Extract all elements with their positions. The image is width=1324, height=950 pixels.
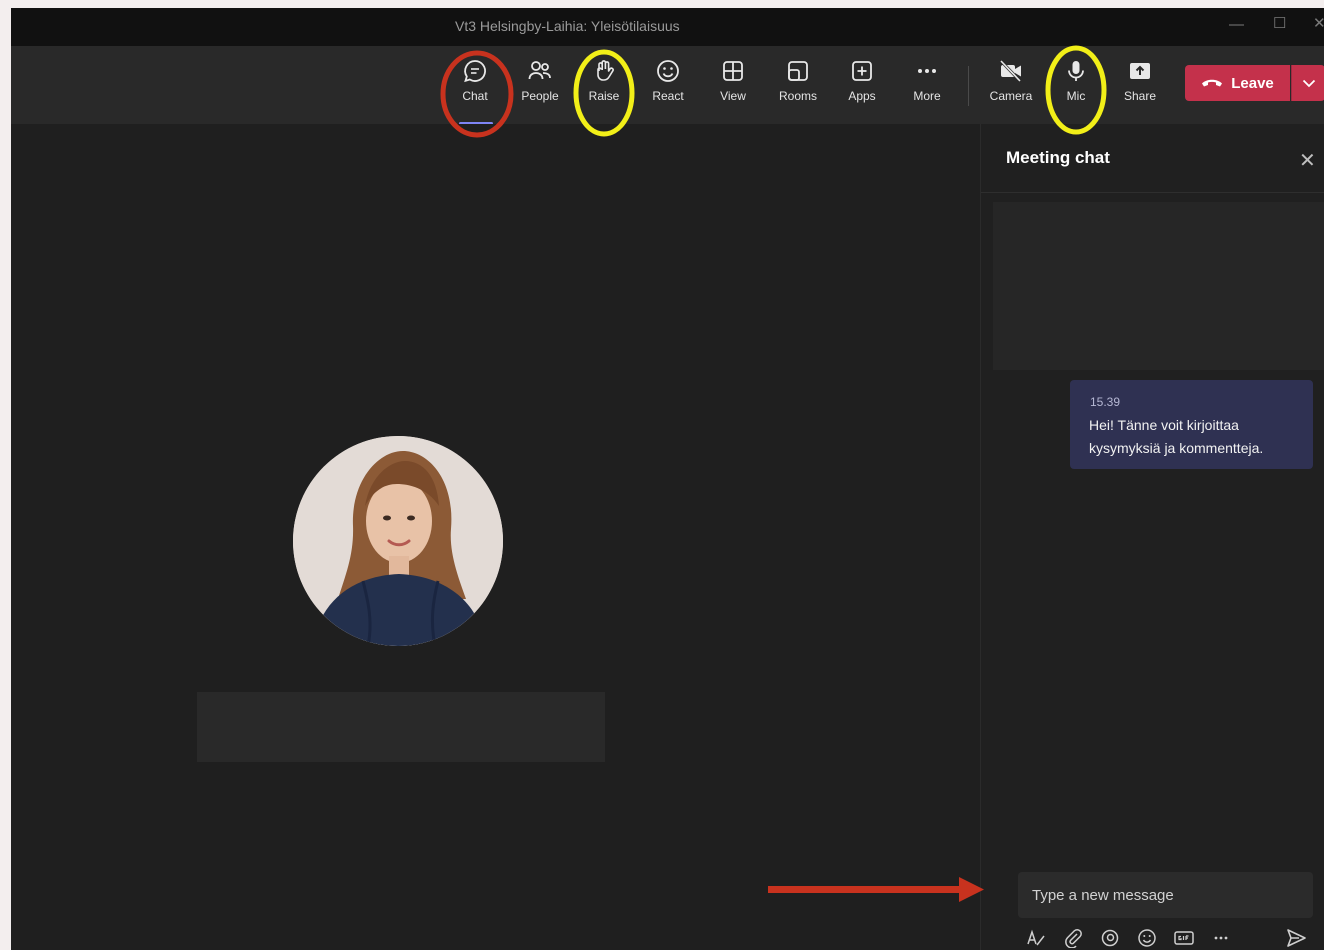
view-button[interactable]: View bbox=[705, 58, 761, 103]
close-icon[interactable]: ✕ bbox=[1299, 148, 1316, 173]
minimize-icon[interactable]: — bbox=[1229, 16, 1244, 33]
chat-banner bbox=[993, 202, 1324, 370]
attach-icon[interactable] bbox=[1060, 924, 1086, 950]
participant-avatar[interactable] bbox=[293, 436, 503, 646]
people-label: People bbox=[521, 89, 559, 103]
rooms-label: Rooms bbox=[778, 89, 817, 103]
teams-meeting-window: Vt3 Helsingby-Laihia: Yleisötilaisuus — … bbox=[11, 8, 1324, 950]
view-label: View bbox=[720, 89, 746, 103]
people-button[interactable]: People bbox=[512, 58, 568, 103]
share-button[interactable]: Share bbox=[1112, 58, 1168, 103]
apps-label: Apps bbox=[848, 89, 876, 103]
react-label: React bbox=[652, 89, 684, 103]
chat-message[interactable]: 15.39 Hei! Tänne voit kirjoittaa kysymyk… bbox=[1070, 380, 1313, 469]
camera-label: Camera bbox=[989, 89, 1033, 103]
camera-button[interactable]: Camera bbox=[983, 58, 1039, 103]
rooms-icon bbox=[788, 61, 808, 81]
chat-panel-title: Meeting chat bbox=[1006, 148, 1110, 167]
meeting-stage bbox=[11, 124, 980, 950]
hang-up-icon bbox=[1202, 79, 1223, 87]
loop-icon[interactable] bbox=[1097, 924, 1123, 950]
more-label: More bbox=[913, 89, 941, 103]
people-icon bbox=[528, 61, 551, 80]
maximize-icon[interactable]: ☐ bbox=[1273, 14, 1286, 32]
leave-button[interactable]: Leave bbox=[1185, 65, 1290, 101]
emoji-icon[interactable] bbox=[1134, 924, 1160, 950]
react-button[interactable]: React bbox=[640, 58, 696, 103]
more-options-icon[interactable] bbox=[1208, 924, 1234, 950]
mic-highlight-circle bbox=[1045, 45, 1107, 135]
meeting-toolbar: Chat People Raise React View Rooms Apps … bbox=[11, 46, 1324, 125]
apps-plus-icon bbox=[852, 61, 872, 81]
react-smiley-icon bbox=[657, 60, 679, 82]
chat-header-divider bbox=[981, 192, 1324, 193]
format-icon[interactable] bbox=[1023, 924, 1049, 950]
title-bar: Vt3 Helsingby-Laihia: Yleisötilaisuus — … bbox=[11, 8, 1324, 46]
rooms-button[interactable]: Rooms bbox=[770, 58, 826, 103]
apps-button[interactable]: Apps bbox=[834, 58, 890, 103]
view-grid-icon bbox=[723, 61, 743, 81]
more-button[interactable]: More bbox=[899, 58, 955, 103]
close-window-icon[interactable]: ✕ bbox=[1313, 14, 1324, 32]
message-input[interactable] bbox=[1018, 872, 1313, 918]
leave-label: Leave bbox=[1231, 74, 1274, 92]
chevron-down-icon bbox=[1302, 79, 1315, 88]
share-icon bbox=[1130, 63, 1150, 79]
participant-photo bbox=[293, 436, 503, 646]
send-icon[interactable] bbox=[1283, 924, 1309, 950]
gif-icon[interactable] bbox=[1171, 924, 1197, 950]
leave-options-button[interactable] bbox=[1291, 65, 1324, 101]
meeting-chat-panel: Meeting chat ✕ 15.39 Hei! Tänne voit kir… bbox=[980, 124, 1324, 950]
raise-highlight-circle bbox=[573, 49, 635, 137]
camera-off-icon bbox=[999, 59, 1022, 83]
annotation-arrow bbox=[768, 877, 984, 902]
compose-box[interactable] bbox=[1018, 872, 1313, 918]
message-time: 15.39 bbox=[1090, 395, 1121, 409]
chat-highlight-circle bbox=[440, 50, 514, 138]
toolbar-separator bbox=[968, 66, 969, 106]
meeting-title: Vt3 Helsingby-Laihia: Yleisötilaisuus bbox=[455, 18, 680, 34]
share-label: Share bbox=[1123, 89, 1157, 103]
more-dots-icon bbox=[918, 69, 936, 73]
message-text: Hei! Tänne voit kirjoittaa kysymyksiä ja… bbox=[1089, 417, 1264, 456]
participant-name-bar bbox=[197, 692, 605, 762]
